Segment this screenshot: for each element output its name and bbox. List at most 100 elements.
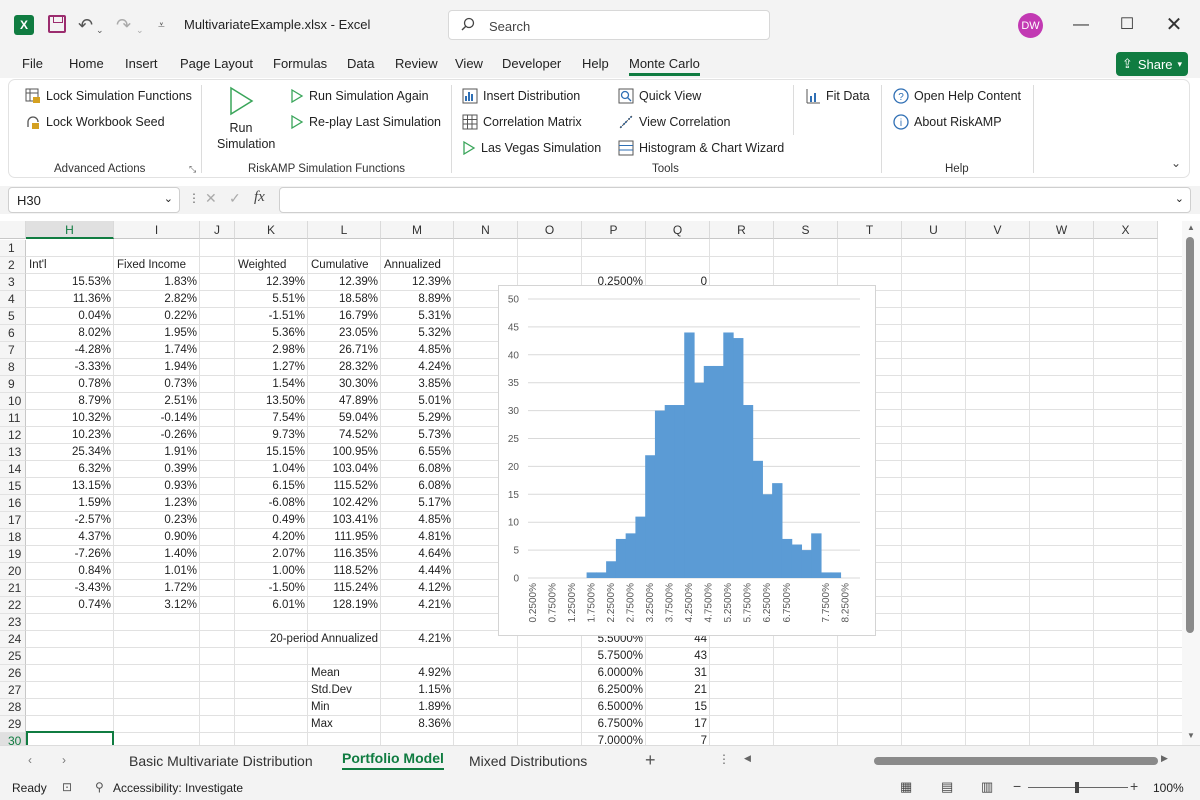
stat-value[interactable]: 1.89% (381, 699, 454, 716)
table-cell[interactable]: 7.54% (235, 410, 308, 427)
table-cell[interactable]: 0.93% (114, 478, 200, 495)
macro-record-icon[interactable]: ⊡ (62, 780, 72, 794)
bin-cell[interactable]: 5.7500% (582, 648, 646, 665)
sheet-tab-basic-multivariate[interactable]: Basic Multivariate Distribution (129, 753, 313, 769)
fit-data-button[interactable]: Fit Data (805, 86, 870, 106)
horizontal-scrollbar[interactable]: ◀ ▶ (740, 752, 1172, 770)
tab-review[interactable]: Review (395, 56, 438, 71)
maximize-icon[interactable]: ☐ (1117, 15, 1137, 35)
minimize-icon[interactable]: — (1071, 15, 1091, 35)
zoom-in-icon[interactable]: + (1130, 778, 1138, 794)
annualized-label[interactable]: 20-period Annualized (235, 631, 381, 648)
count-cell[interactable]: 43 (646, 648, 710, 665)
row-header-16[interactable]: 16 (0, 495, 26, 512)
header-fixed-income[interactable]: Fixed Income (114, 257, 200, 274)
table-cell[interactable]: 4.37% (26, 529, 114, 546)
table-cell[interactable]: 5.73% (381, 427, 454, 444)
row-header-27[interactable]: 27 (0, 682, 26, 699)
bin-cell[interactable]: 6.0000% (582, 665, 646, 682)
table-cell[interactable]: -1.50% (235, 580, 308, 597)
table-cell[interactable]: 128.19% (308, 597, 381, 614)
row-header-26[interactable]: 26 (0, 665, 26, 682)
page-break-view-icon[interactable]: ▥ (981, 779, 993, 795)
table-cell[interactable]: 13.50% (235, 393, 308, 410)
table-cell[interactable]: 6.01% (235, 597, 308, 614)
table-cell[interactable]: 1.04% (235, 461, 308, 478)
zoom-slider-thumb[interactable] (1075, 782, 1079, 793)
column-header-L[interactable]: L (308, 221, 381, 239)
formula-input[interactable]: ⌄ (279, 187, 1191, 213)
table-cell[interactable]: 6.55% (381, 444, 454, 461)
table-cell[interactable]: 5.32% (381, 325, 454, 342)
table-cell[interactable]: -7.26% (26, 546, 114, 563)
table-cell[interactable]: 12.39% (381, 274, 454, 291)
h-scroll-thumb[interactable] (874, 757, 1158, 765)
redo-icon[interactable]: ↷ (116, 15, 131, 35)
tab-developer[interactable]: Developer (502, 56, 561, 71)
table-cell[interactable]: 103.04% (308, 461, 381, 478)
stat-label[interactable]: Min (308, 699, 381, 716)
table-cell[interactable]: 6.15% (235, 478, 308, 495)
row-header-5[interactable]: 5 (0, 308, 26, 325)
select-all-corner[interactable] (0, 221, 26, 239)
scroll-right-icon[interactable]: ▶ (1161, 753, 1168, 764)
table-cell[interactable]: 1.23% (114, 495, 200, 512)
table-cell[interactable]: 6.08% (381, 461, 454, 478)
table-cell[interactable]: 1.95% (114, 325, 200, 342)
table-cell[interactable]: 25.34% (26, 444, 114, 461)
row-header-25[interactable]: 25 (0, 648, 26, 665)
column-header-U[interactable]: U (902, 221, 966, 239)
table-cell[interactable]: 9.73% (235, 427, 308, 444)
row-header-19[interactable]: 19 (0, 546, 26, 563)
row-header-8[interactable]: 8 (0, 359, 26, 376)
row-header-2[interactable]: 2 (0, 257, 26, 274)
table-cell[interactable]: -1.51% (235, 308, 308, 325)
stat-value[interactable]: 8.36% (381, 716, 454, 733)
redo-dropdown-icon[interactable]: ⌄ (136, 20, 144, 40)
table-cell[interactable]: 47.89% (308, 393, 381, 410)
close-icon[interactable]: ✕ (1164, 15, 1184, 35)
row-header-7[interactable]: 7 (0, 342, 26, 359)
table-cell[interactable]: 5.17% (381, 495, 454, 512)
table-cell[interactable]: 5.01% (381, 393, 454, 410)
table-cell[interactable]: 11.36% (26, 291, 114, 308)
table-cell[interactable]: -0.14% (114, 410, 200, 427)
row-header-29[interactable]: 29 (0, 716, 26, 733)
row-header-12[interactable]: 12 (0, 427, 26, 444)
table-cell[interactable]: 111.95% (308, 529, 381, 546)
table-cell[interactable]: 1.83% (114, 274, 200, 291)
table-cell[interactable]: 3.12% (114, 597, 200, 614)
count-cell[interactable]: 31 (646, 665, 710, 682)
table-cell[interactable]: 8.79% (26, 393, 114, 410)
dialog-launcher-icon[interactable]: ⤡ (189, 164, 196, 175)
table-cell[interactable]: 4.64% (381, 546, 454, 563)
more-options-icon[interactable]: ⋮ (188, 191, 200, 205)
row-header-21[interactable]: 21 (0, 580, 26, 597)
column-header-Q[interactable]: Q (646, 221, 710, 239)
run-simulation-again-button[interactable]: Run Simulation Again (290, 86, 429, 106)
table-cell[interactable]: 4.85% (381, 512, 454, 529)
page-layout-view-icon[interactable]: ▤ (941, 779, 953, 795)
table-cell[interactable]: 1.72% (114, 580, 200, 597)
count-cell[interactable]: 7 (646, 733, 710, 745)
column-header-S[interactable]: S (774, 221, 838, 239)
table-cell[interactable]: 0.22% (114, 308, 200, 325)
table-cell[interactable]: 0.49% (235, 512, 308, 529)
next-sheet-icon[interactable]: › (62, 753, 66, 767)
table-cell[interactable]: 0.74% (26, 597, 114, 614)
table-cell[interactable]: 4.21% (381, 597, 454, 614)
table-cell[interactable]: 115.52% (308, 478, 381, 495)
table-cell[interactable]: 5.29% (381, 410, 454, 427)
table-cell[interactable]: 4.81% (381, 529, 454, 546)
column-header-I[interactable]: I (114, 221, 200, 239)
add-sheet-icon[interactable]: + (645, 750, 656, 771)
scroll-thumb[interactable] (1186, 237, 1194, 633)
bin-cell[interactable]: 6.2500% (582, 682, 646, 699)
annualized-value[interactable]: 4.21% (381, 631, 454, 648)
bin-cell[interactable]: 6.7500% (582, 716, 646, 733)
collapse-ribbon-icon[interactable]: ⌄ (1171, 156, 1181, 170)
table-cell[interactable]: 1.59% (26, 495, 114, 512)
column-header-W[interactable]: W (1030, 221, 1094, 239)
table-cell[interactable]: 2.82% (114, 291, 200, 308)
table-cell[interactable]: -6.08% (235, 495, 308, 512)
